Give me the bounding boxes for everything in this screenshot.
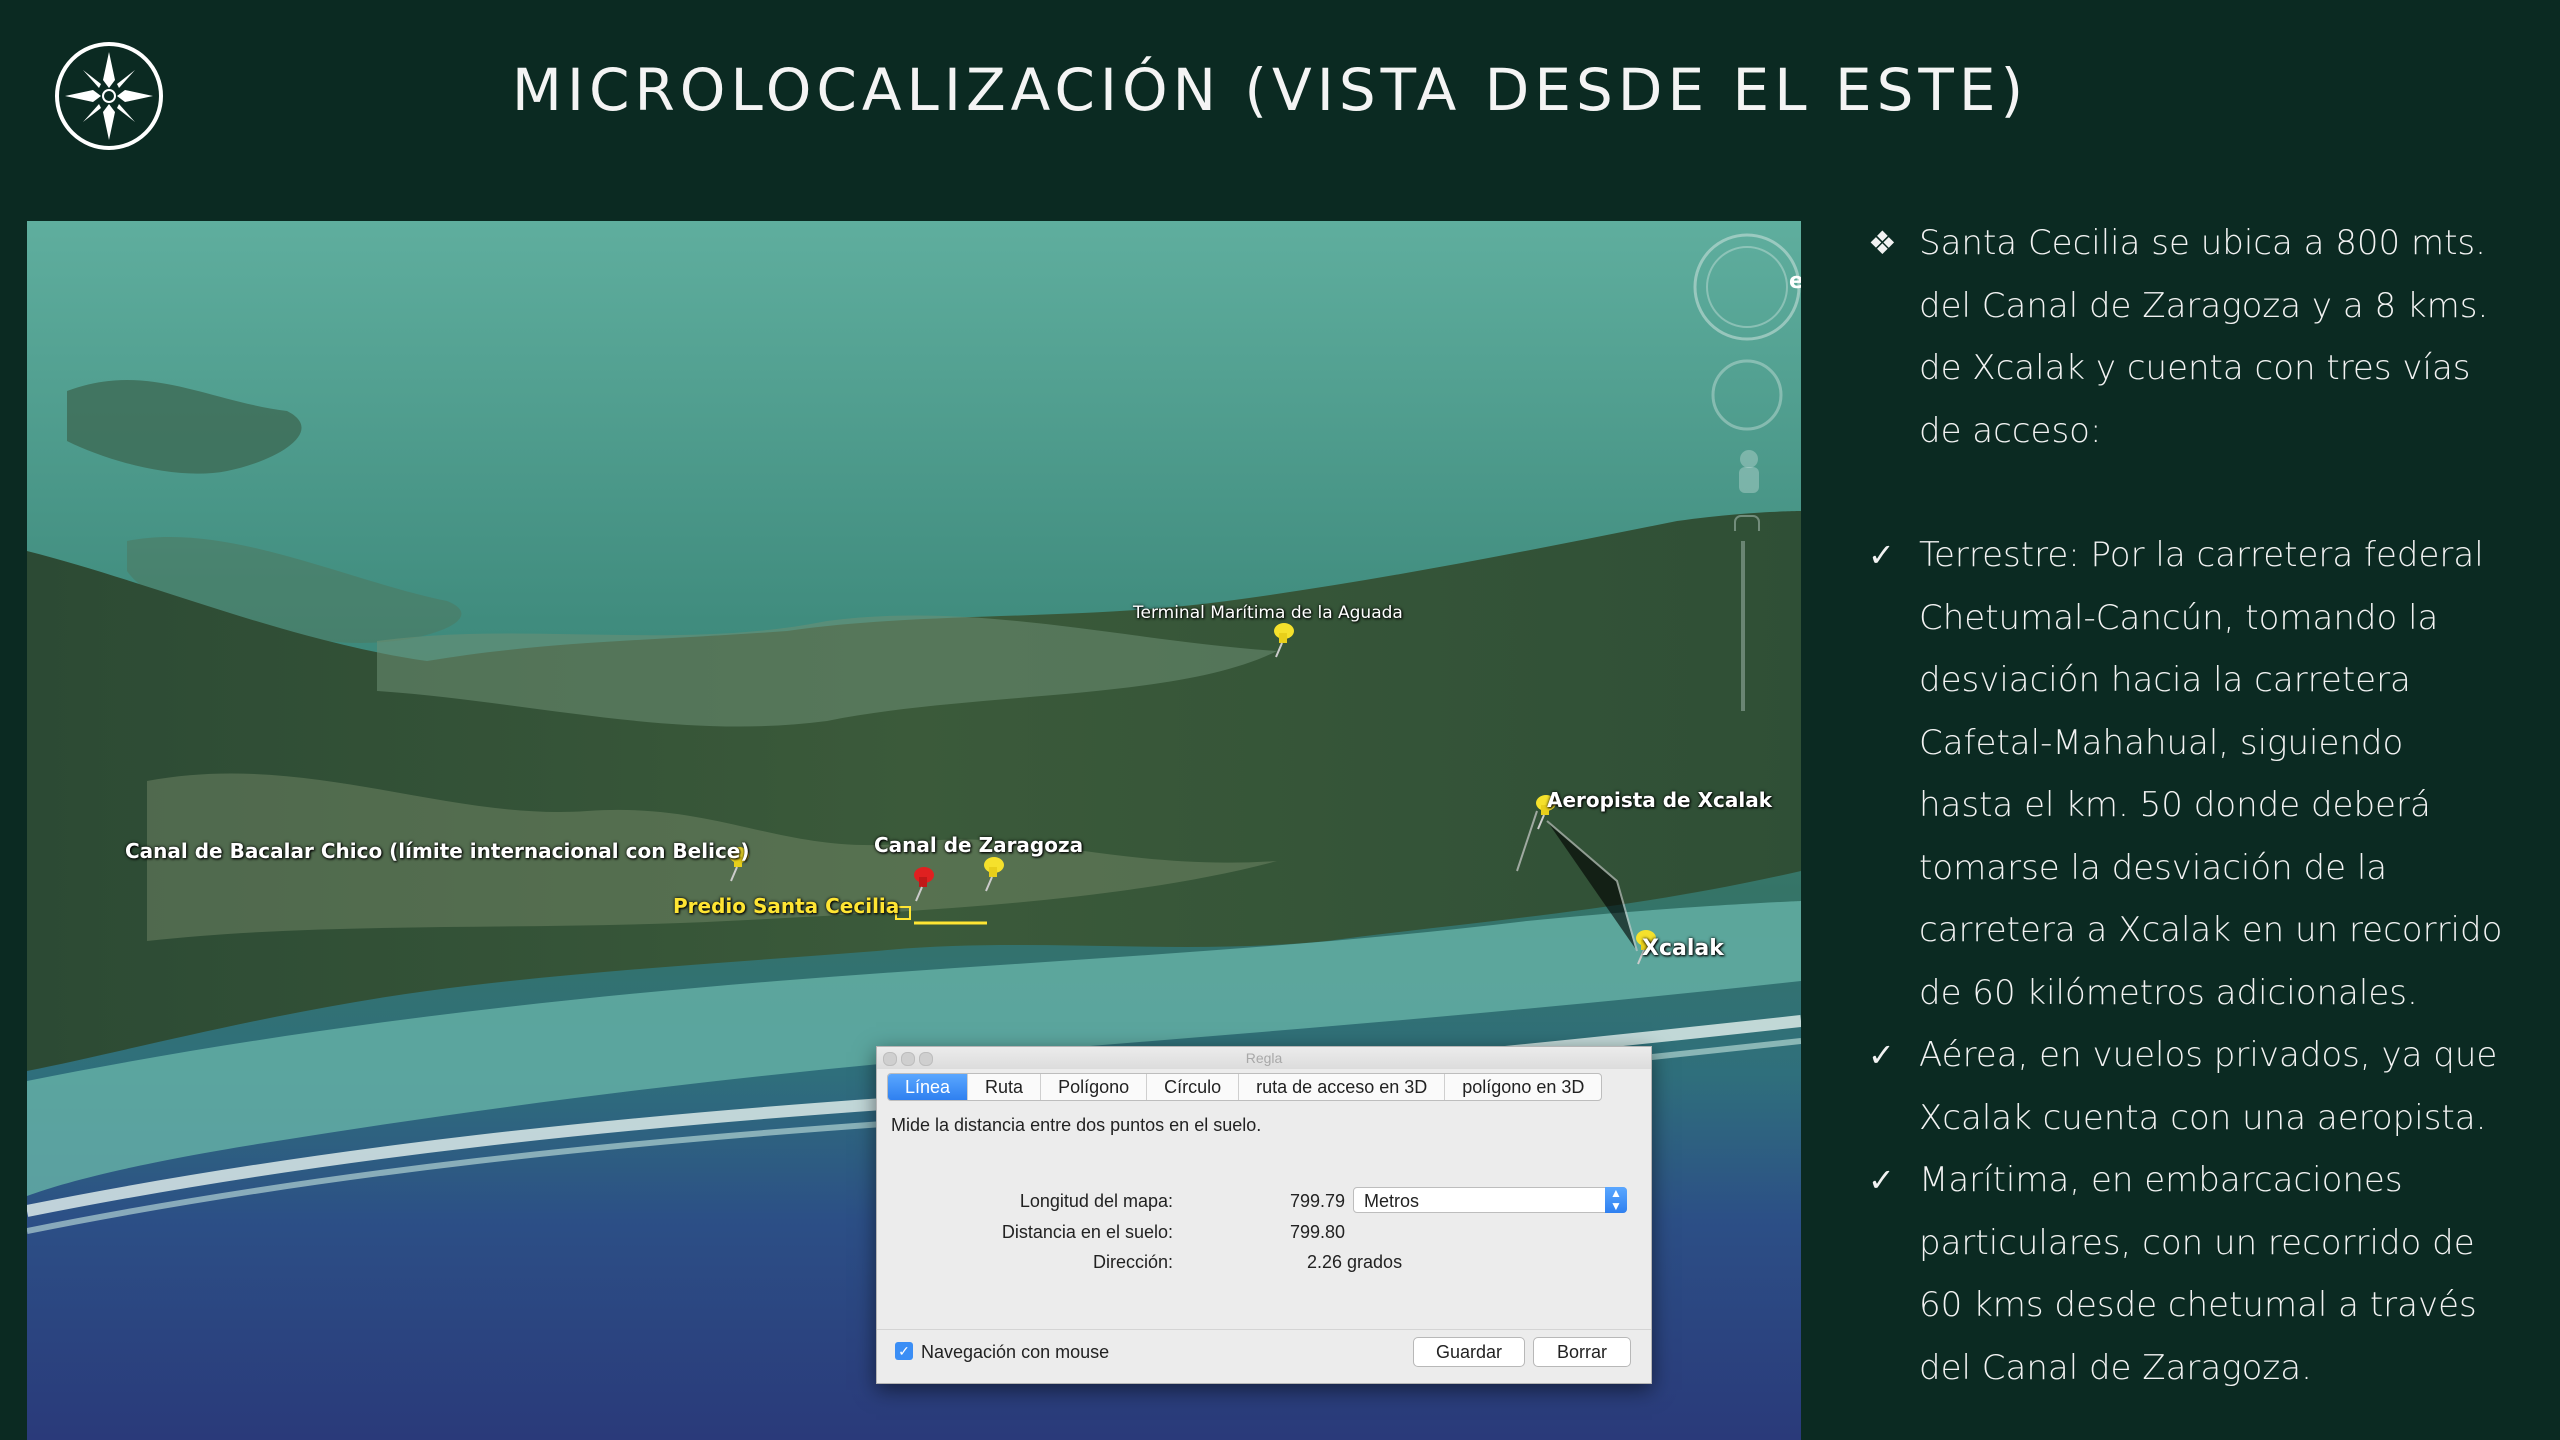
- chevron-updown-icon[interactable]: ▲ ▼: [1605, 1187, 1627, 1213]
- ruler-tabs: Línea Ruta Polígono Círculo ruta de acce…: [887, 1073, 1603, 1101]
- pushpin-red-icon[interactable]: [907, 863, 937, 903]
- bullet-line: de Xcalak y cuenta con tres vías: [1919, 348, 2471, 388]
- map-label-zaragoza: Canal de Zaragoza: [874, 833, 1084, 857]
- map-length-label: Longitud del mapa:: [1019, 1191, 1173, 1211]
- ruler-description: Mide la distancia entre dos puntos en el…: [891, 1115, 1262, 1135]
- bullet-line: Aérea, en vuelos privados, ya que: [1919, 1035, 2498, 1075]
- bullet-line: particulares, con un recorrido de: [1919, 1222, 2475, 1263]
- checkmark-icon: ✓: [1868, 536, 1895, 574]
- compass-rose-icon: [55, 42, 163, 150]
- checkmark-icon: ✓: [1868, 1036, 1895, 1074]
- pushpin-yellow-icon[interactable]: [1267, 619, 1297, 659]
- bullet-aerea: ✓ Aérea, en vuelos privados, ya que Xcal…: [1868, 1024, 2538, 1149]
- mouse-navigation-label: Navegación con mouse: [921, 1342, 1110, 1362]
- tab-poligono-3d[interactable]: polígono en 3D: [1445, 1074, 1601, 1100]
- close-window-button[interactable]: [883, 1052, 897, 1066]
- bullet-location: ❖ Santa Cecilia se ubica a 800 mts. del …: [1868, 212, 2538, 462]
- mouse-navigation-checkbox[interactable]: ✓: [895, 1342, 913, 1360]
- zoom-slider[interactable]: [1741, 541, 1745, 711]
- clear-button[interactable]: Borrar: [1533, 1337, 1631, 1367]
- bullet-line: Cafetal-Mahahual, siguiendo: [1919, 722, 2404, 763]
- map-label-terminal: Terminal Marítima de la Aguada: [1133, 603, 1403, 623]
- dialog-title: Regla: [1245, 1050, 1283, 1066]
- bullet-line: Xcalak cuenta con una aeropista.: [1919, 1097, 2487, 1138]
- map-label-xcalak: Xcalak: [1642, 936, 1724, 961]
- tab-poligono[interactable]: Polígono: [1041, 1074, 1148, 1100]
- bullet-line: 60 kms desde chetumal a través: [1919, 1285, 2477, 1325]
- map-label-bacalar: Canal de Bacalar Chico (límite internaci…: [125, 839, 750, 863]
- bullet-line: del Canal de Zaragoza.: [1919, 1347, 2312, 1388]
- ruler-dialog[interactable]: Regla Línea Ruta Polígono Círculo ruta d…: [876, 1046, 1652, 1384]
- bullet-line: hasta el km. 50 donde deberá: [1919, 785, 2431, 825]
- ground-distance-label: Distancia en el suelo:: [1001, 1222, 1173, 1242]
- save-button[interactable]: Guardar: [1413, 1337, 1525, 1367]
- compass-letter: e: [1789, 269, 1801, 294]
- dialog-divider: [877, 1329, 1651, 1330]
- ground-distance-value: 799.80: [1289, 1222, 1345, 1242]
- bullet-line: carretera a Xcalak en un recorrido: [1919, 910, 2503, 950]
- units-value: Metros: [1364, 1191, 1420, 1211]
- map-navigation-controls[interactable]: [1692, 231, 1801, 531]
- bullet-line: Santa Cecilia se ubica a 800 mts.: [1919, 223, 2486, 263]
- pushpin-yellow-icon[interactable]: [977, 853, 1007, 893]
- bullet-line: Chetumal-Cancún, tomando la: [1919, 597, 2439, 638]
- heading-label: Dirección:: [1092, 1252, 1173, 1272]
- bullet-line: Terrestre: Por la carretera federal: [1919, 535, 2484, 575]
- map-length-value: 799.79: [1289, 1191, 1345, 1211]
- tab-ruta[interactable]: Ruta: [968, 1074, 1042, 1100]
- bullet-line: del Canal de Zaragoza y a 8 kms.: [1919, 285, 2489, 326]
- diamond-bullet-icon: ❖: [1868, 224, 1897, 262]
- bullet-line: de 60 kilómetros adicionales.: [1919, 972, 2418, 1013]
- bullet-line: de acceso:: [1919, 410, 2102, 451]
- map-label-aeropista: Aeropista de Xcalak: [1547, 788, 1773, 812]
- tab-circulo[interactable]: Círculo: [1147, 1074, 1240, 1100]
- map-label-predio: Predio Santa Cecilia: [673, 894, 900, 918]
- heading-value: 2.26 grados: [1307, 1252, 1403, 1272]
- checkmark-icon: ✓: [1868, 1161, 1895, 1199]
- tab-linea[interactable]: Línea: [888, 1074, 969, 1100]
- units-select[interactable]: Metros ▲ ▼: [1353, 1187, 1627, 1213]
- bullet-line: Marítima, en embarcaciones: [1919, 1160, 2403, 1200]
- bullet-line: desviación hacia la carretera: [1919, 660, 2411, 700]
- page-title: MICROLOCALIZACIÓN (VISTA DESDE EL ESTE): [511, 56, 2029, 124]
- dialog-titlebar[interactable]: Regla: [877, 1047, 1651, 1069]
- bullet-line: tomarse la desviación de la: [1919, 847, 2388, 888]
- zoom-window-button[interactable]: [919, 1052, 933, 1066]
- bullet-terrestre: ✓ Terrestre: Por la carretera federal Ch…: [1868, 524, 2538, 1024]
- tab-ruta-3d[interactable]: ruta de acceso en 3D: [1239, 1074, 1446, 1100]
- minimize-window-button[interactable]: [901, 1052, 915, 1066]
- bullet-maritima: ✓ Marítima, en embarcaciones particulare…: [1868, 1149, 2538, 1399]
